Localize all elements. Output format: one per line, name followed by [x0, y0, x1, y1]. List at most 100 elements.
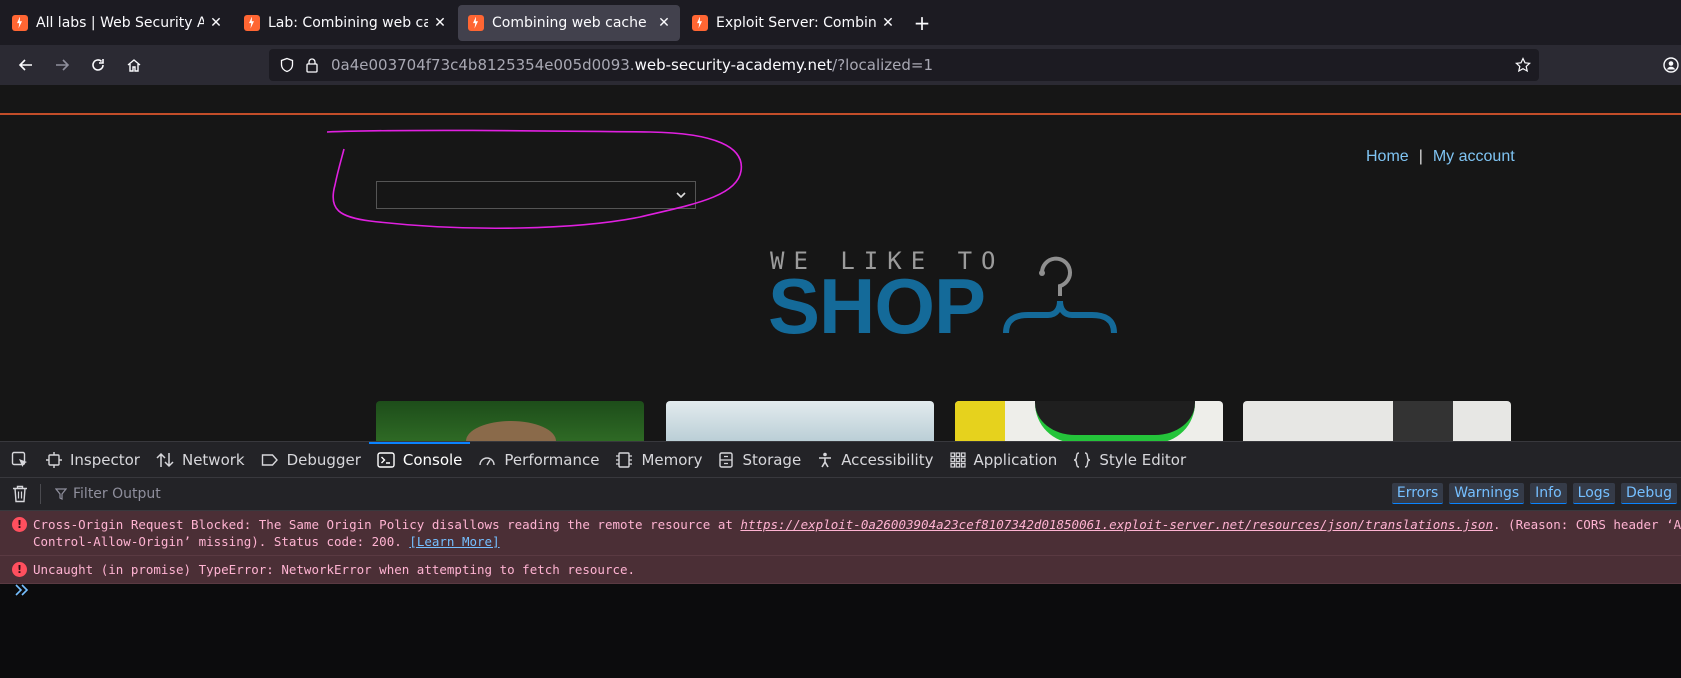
nav-separator: | — [1418, 148, 1423, 165]
account-icon[interactable] — [1663, 57, 1679, 73]
forward-button[interactable] — [46, 49, 78, 81]
tab-style-editor[interactable]: Style Editor — [1065, 442, 1194, 477]
element-picker-button[interactable] — [2, 451, 38, 469]
star-bookmark-icon[interactable] — [1515, 57, 1531, 73]
my-account-link[interactable]: My account — [1433, 148, 1515, 165]
error-icon: ! — [12, 517, 27, 532]
message-line: Cross-Origin Request Blocked: The Same O… — [33, 516, 1681, 533]
tab-title: Combining web cache poisoning — [492, 14, 652, 31]
home-button[interactable] — [118, 49, 150, 81]
product-image[interactable] — [955, 401, 1223, 441]
filter-errors-button[interactable]: Errors — [1391, 483, 1444, 504]
message-text: Cross-Origin Request Blocked: The Same O… — [33, 517, 741, 532]
accessibility-icon — [817, 452, 833, 468]
tab-label: Style Editor — [1099, 450, 1187, 469]
browser-tab-lab[interactable]: Lab: Combining web cache poisoning ✕ — [234, 5, 456, 41]
new-tab-button[interactable]: + — [904, 11, 940, 35]
message-text: Uncaught (in promise) TypeError: Network… — [33, 562, 636, 577]
filter-warnings-button[interactable]: Warnings — [1449, 483, 1525, 504]
url-path: /?localized=1 — [832, 56, 934, 74]
lock-icon[interactable] — [305, 57, 319, 73]
url-bar[interactable]: 0a4e003704f73c4b8125354e005d0093.web-sec… — [269, 49, 1539, 81]
trash-icon — [13, 485, 27, 503]
tab-inspector[interactable]: Inspector — [38, 442, 148, 477]
tab-debugger[interactable]: Debugger — [253, 442, 369, 477]
navigation-toolbar: 0a4e003704f73c4b8125354e005d0093.web-sec… — [0, 45, 1681, 85]
top-nav: Home | My account — [1366, 148, 1515, 166]
shield-icon[interactable] — [279, 57, 295, 73]
product-image[interactable] — [666, 401, 934, 441]
error-icon: ! — [12, 562, 27, 577]
toolbar-separator — [40, 484, 41, 504]
storage-icon — [718, 451, 734, 468]
hanger-icon — [1003, 256, 1117, 334]
product-image[interactable] — [376, 401, 644, 441]
devtools-toolbar: Inspector Network Debugger Console Perfo… — [0, 441, 1681, 477]
tab-title: Exploit Server: Combining web cache — [716, 14, 876, 31]
browser-tab-active[interactable]: Combining web cache poisoning ✕ — [458, 4, 680, 41]
web-page: Home | My account WE LIKE TO SHOP — [0, 85, 1681, 441]
tab-label: Performance — [504, 450, 600, 469]
tab-accessibility[interactable]: Accessibility — [809, 442, 941, 477]
learn-more-link[interactable]: [Learn More] — [409, 534, 499, 549]
filter-funnel-icon — [55, 488, 67, 500]
network-icon — [156, 452, 174, 468]
filter-logs-button[interactable]: Logs — [1572, 483, 1615, 504]
lightning-favicon-icon — [12, 14, 28, 31]
tab-label: Debugger — [286, 450, 361, 469]
logo-word: SHOP — [768, 262, 986, 350]
clear-console-button[interactable] — [12, 485, 28, 503]
highlight-annotation — [326, 129, 743, 230]
url-subdomain: 0a4e003704f73c4b8125354e005d0093. — [331, 56, 635, 74]
filter-placeholder: Filter Output — [73, 486, 161, 502]
console-icon — [377, 451, 395, 468]
tab-label: Memory — [641, 450, 703, 469]
tab-label: Console — [402, 450, 463, 469]
console-input-prompt[interactable] — [14, 583, 30, 601]
close-icon[interactable]: ✕ — [432, 15, 448, 31]
filter-debug-button[interactable]: Debug — [1620, 483, 1677, 504]
debugger-icon — [261, 452, 279, 468]
tab-console[interactable]: Console — [368, 442, 471, 477]
product-image[interactable] — [1243, 401, 1511, 441]
tab-performance[interactable]: Performance — [470, 442, 607, 477]
close-icon[interactable]: ✕ — [208, 15, 224, 31]
back-button[interactable] — [10, 49, 42, 81]
tab-title: All labs | Web Security Academy — [36, 14, 204, 31]
tab-title: Lab: Combining web cache poisoning — [268, 14, 428, 31]
lightning-favicon-icon — [692, 14, 708, 31]
style-editor-icon — [1073, 451, 1091, 468]
filter-info-button[interactable]: Info — [1530, 483, 1567, 504]
filter-output-input[interactable]: Filter Output — [55, 486, 161, 502]
home-link[interactable]: Home — [1366, 148, 1409, 165]
message-line: Control-Allow-Origin’ missing). Status c… — [33, 533, 1671, 550]
tab-label: Inspector — [70, 450, 140, 469]
console-output: ! Cross-Origin Request Blocked: The Same… — [0, 511, 1681, 678]
arrow-left-icon — [18, 59, 32, 71]
url-host: web-security-academy.net — [634, 56, 833, 74]
tab-strip: All labs | Web Security Academy ✕ Lab: C… — [0, 0, 1681, 45]
close-icon[interactable]: ✕ — [656, 15, 672, 31]
tab-label: Storage — [742, 450, 802, 469]
tab-storage[interactable]: Storage — [710, 442, 809, 477]
tab-memory[interactable]: Memory — [607, 442, 710, 477]
resource-url-link[interactable]: https://exploit-0a26003904a23cef8107342d… — [740, 517, 1493, 532]
pick-element-icon — [11, 451, 27, 467]
console-error-message: ! Uncaught (in promise) TypeError: Netwo… — [0, 556, 1681, 584]
inspector-icon — [46, 451, 62, 468]
message-text: Control-Allow-Origin’ missing). Status c… — [33, 534, 410, 549]
browser-tab-all-labs[interactable]: All labs | Web Security Academy ✕ — [2, 5, 232, 41]
browser-tab-exploit-server[interactable]: Exploit Server: Combining web cache ✕ — [682, 5, 904, 41]
application-icon — [949, 451, 966, 468]
tab-label: Application — [973, 450, 1058, 469]
url-text[interactable]: 0a4e003704f73c4b8125354e005d0093.web-sec… — [331, 56, 933, 74]
tab-network[interactable]: Network — [148, 442, 253, 477]
performance-icon — [478, 452, 496, 468]
console-filter-bar: Filter Output Errors Warnings Info Logs … — [0, 477, 1681, 511]
reload-button[interactable] — [82, 49, 114, 81]
console-error-message: ! Cross-Origin Request Blocked: The Same… — [0, 511, 1681, 556]
close-icon[interactable]: ✕ — [880, 15, 896, 31]
tab-label: Accessibility — [841, 450, 934, 469]
home-icon — [127, 59, 141, 72]
tab-application[interactable]: Application — [942, 442, 1066, 477]
